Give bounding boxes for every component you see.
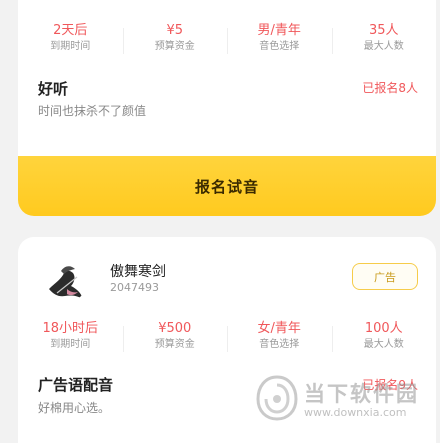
task-description: 时间也抹杀不了颜值 <box>38 104 147 118</box>
watermark: 当下软件园 www.downxia.com <box>256 375 426 425</box>
task-stats: 18小时后 到期时间 ¥500 预算资金 女/青年 音色选择 100人 最大人数 <box>18 320 436 352</box>
stat-label: 预算资金 <box>154 41 195 52</box>
stat-label: 最大人数 <box>363 41 404 52</box>
stat-value: 35人 <box>368 23 399 38</box>
stat-value: 男/青年 <box>257 23 301 38</box>
stat-label: 到期时间 <box>50 41 91 52</box>
stat-label: 音色选择 <box>259 339 300 350</box>
user-id: 2047493 <box>110 281 159 294</box>
stat-value: ¥500 <box>158 321 192 336</box>
stat-label: 预算资金 <box>154 339 195 350</box>
task-card[interactable]: 2天后 到期时间 ¥5 预算资金 男/青年 音色选择 35人 最大人数 好听 已… <box>18 0 436 216</box>
stat-max-people: 100人 最大人数 <box>331 320 437 352</box>
watermark-url: www.downxia.com <box>304 406 407 419</box>
stat-value: 18小时后 <box>42 321 99 336</box>
apply-audition-button[interactable]: 报名试音 <box>18 156 436 216</box>
stat-budget: ¥500 预算资金 <box>122 320 228 352</box>
stat-voice: 男/青年 音色选择 <box>227 22 332 54</box>
stat-label: 到期时间 <box>50 339 91 350</box>
category-tag: 广告 <box>352 263 418 290</box>
swordsman-avatar-icon <box>43 259 87 303</box>
task-stats: 2天后 到期时间 ¥5 预算资金 男/青年 音色选择 35人 最大人数 <box>18 22 436 54</box>
signed-count: 已报名8人 <box>362 81 418 95</box>
stat-value: 100人 <box>364 321 403 336</box>
username: 傲舞寒剑 <box>110 264 166 280</box>
stat-value: 2天后 <box>53 23 88 38</box>
stat-value: 女/青年 <box>257 321 301 336</box>
stat-value: ¥5 <box>166 23 184 38</box>
stat-deadline: 2天后 到期时间 <box>18 22 123 54</box>
stat-deadline: 18小时后 到期时间 <box>18 320 123 352</box>
task-title: 好听 <box>38 80 69 98</box>
stat-max-people: 35人 最大人数 <box>331 22 437 54</box>
task-description: 好棉用心选。 <box>38 401 111 415</box>
stat-label: 最大人数 <box>363 339 404 350</box>
watermark-name: 当下软件园 <box>304 382 419 406</box>
apply-button-label: 报名试音 <box>194 177 259 196</box>
stat-label: 音色选择 <box>259 41 300 52</box>
task-title: 广告语配音 <box>38 376 114 394</box>
stat-voice: 女/青年 音色选择 <box>227 320 332 352</box>
avatar[interactable] <box>43 259 87 303</box>
stat-budget: ¥5 预算资金 <box>122 22 228 54</box>
downxia-logo-icon <box>256 375 298 421</box>
